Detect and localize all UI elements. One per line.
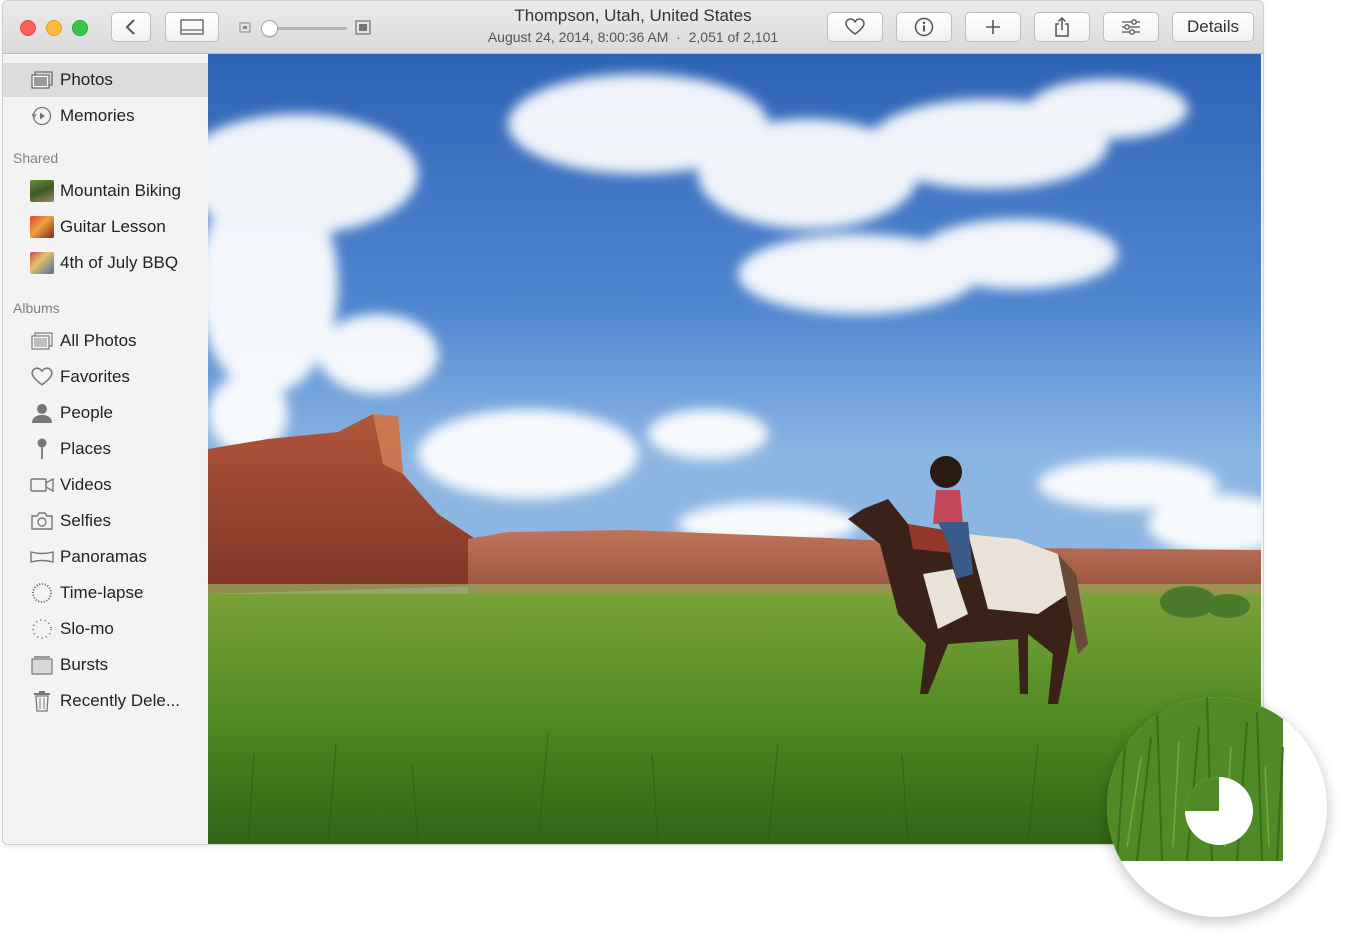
album-thumbnail [30,180,54,202]
sidebar-item-memories[interactable]: Memories [3,99,208,133]
sidebar-item-label: All Photos [60,331,137,350]
sidebar-item-label: Photos [60,70,113,89]
sidebar-item-places[interactable]: Places [3,432,208,466]
sidebar-item-guitar-lesson[interactable]: Guitar Lesson [3,210,208,244]
minimize-window-button[interactable] [46,20,62,36]
info-button[interactable] [896,12,952,42]
photo-image [208,54,1261,844]
pin-icon [30,438,54,460]
zoom-window-button[interactable] [72,20,88,36]
photos-icon [30,69,54,91]
sidebar-item-recently-deleted[interactable]: Recently Dele... [3,684,208,718]
adjust-button[interactable] [1103,12,1159,42]
sidebar-item-label: Time-lapse [60,583,144,602]
photo-date-count: August 24, 2014, 8:00:36 AM · 2,051 of 2… [487,29,779,45]
sidebar-section-albums: Albums [13,300,60,316]
sidebar-item-label: Recently Dele... [60,691,180,710]
close-window-button[interactable] [20,20,36,36]
sidebar-item-label: Favorites [60,367,130,386]
zoom-slider[interactable] [239,18,373,38]
sidebar-item-label: 4th of July BBQ [60,253,179,272]
sidebar-item-label: Videos [60,475,112,494]
sidebar-item-time-lapse[interactable]: Time-lapse [3,576,208,610]
sidebar-item-label: People [60,403,113,422]
sidebar-item-bursts[interactable]: Bursts [3,648,208,682]
sidebar-item-selfies[interactable]: Selfies [3,504,208,538]
sidebar-item-photos[interactable]: Photos [3,63,208,97]
panorama-icon [30,546,54,568]
sidebar-section-shared: Shared [13,150,59,166]
info-icon [914,17,934,37]
sidebar-item-label: Panoramas [60,547,147,566]
heart-icon [845,18,865,35]
sidebar-item-label: Mountain Biking [60,181,181,200]
photo-location-title: Thompson, Utah, United States [514,6,752,25]
trash-icon [30,690,54,712]
favorite-button[interactable] [827,12,883,42]
sidebar-item-label: Selfies [60,511,112,530]
photos-icon [30,330,54,352]
sliders-icon [1122,19,1140,35]
sidebar: Photos Memories Shared Mountain Biking G… [3,54,209,844]
sidebar-item-favorites[interactable]: Favorites [3,360,208,394]
large-photo-icon [355,20,371,35]
plus-icon [986,20,1000,34]
person-icon [30,402,54,424]
window-title: Thompson, Utah, United States August 24,… [433,5,833,47]
sidebar-item-label: Slo-mo [60,619,114,638]
small-photo-icon [239,22,251,33]
sidebar-item-all-photos[interactable]: All Photos [3,324,208,358]
photo-viewer[interactable] [208,54,1261,844]
details-button[interactable]: Details [1172,12,1254,42]
camera-icon [30,510,54,532]
split-view-button[interactable] [165,12,219,42]
sidebar-item-slo-mo[interactable]: Slo-mo [3,612,208,646]
sidebar-item-label: Places [60,439,112,458]
sidebar-item-people[interactable]: People [3,396,208,430]
time-lapse-icon [30,582,54,604]
sidebar-item-panoramas[interactable]: Panoramas [3,540,208,574]
magnifier-callout [1107,697,1327,917]
sidebar-item-label: Guitar Lesson [60,217,166,236]
sidebar-item-videos[interactable]: Videos [3,468,208,502]
sidebar-item-label: Memories [60,106,135,125]
video-camera-icon [30,474,54,496]
memories-icon [30,105,54,127]
bursts-icon [30,654,54,676]
share-icon [1055,16,1069,37]
zoom-slider-knob[interactable] [261,20,278,37]
sidebar-item-label: Bursts [60,655,109,674]
heart-icon [30,366,54,388]
back-button[interactable] [111,12,151,42]
slo-mo-icon [30,618,54,640]
sidebar-item-4th-of-july-bbq[interactable]: 4th of July BBQ [3,246,208,280]
photos-window: Thompson, Utah, United States August 24,… [2,0,1264,845]
album-thumbnail [30,216,54,238]
album-thumbnail [30,252,54,274]
upload-progress-pie-icon [1185,777,1253,845]
title-bar: Thompson, Utah, United States August 24,… [3,1,1263,54]
chevron-left-icon [125,19,135,35]
sidebar-item-mountain-biking[interactable]: Mountain Biking [3,174,208,208]
share-button[interactable] [1034,12,1090,42]
split-view-icon [180,19,204,35]
add-to-album-button[interactable] [965,12,1021,42]
